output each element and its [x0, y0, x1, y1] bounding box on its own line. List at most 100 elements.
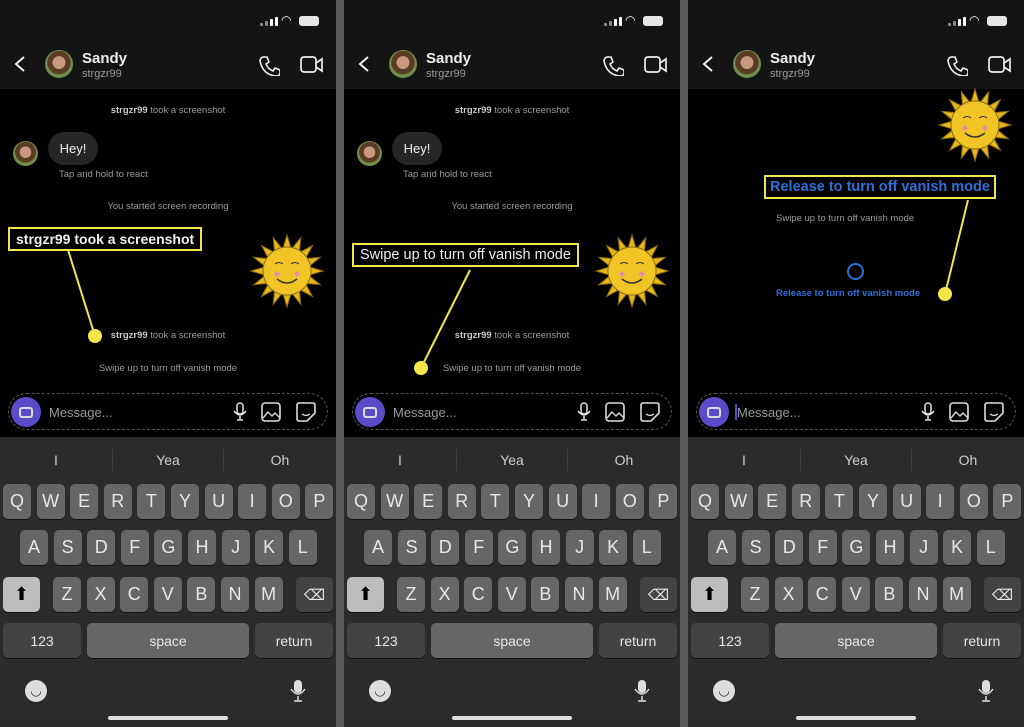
key[interactable]: Q	[347, 484, 375, 519]
return-key[interactable]: return	[599, 623, 677, 658]
key[interactable]: B	[531, 577, 560, 612]
key[interactable]: R	[447, 484, 476, 519]
key[interactable]: Q	[3, 484, 31, 519]
key[interactable]: C	[464, 577, 493, 612]
return-key[interactable]: return	[943, 623, 1021, 658]
key[interactable]: U	[548, 484, 577, 519]
camera-button[interactable]	[699, 397, 729, 427]
dictation-microphone-icon[interactable]	[634, 679, 650, 703]
key[interactable]: V	[153, 577, 182, 612]
key[interactable]: Z	[397, 577, 425, 612]
key[interactable]: Q	[691, 484, 719, 519]
key[interactable]: Y	[171, 484, 199, 519]
key[interactable]: L	[288, 530, 317, 565]
key[interactable]: W	[380, 484, 409, 519]
key[interactable]: P	[305, 484, 334, 519]
key[interactable]: G	[154, 530, 183, 565]
key[interactable]: K	[943, 530, 972, 565]
key[interactable]: R	[791, 484, 820, 519]
dictation-microphone-icon[interactable]	[290, 679, 306, 703]
key[interactable]: E	[414, 484, 443, 519]
space-key[interactable]: space	[87, 623, 249, 658]
key[interactable]: I	[238, 484, 267, 519]
key[interactable]: A	[20, 530, 48, 565]
sticker-icon[interactable]	[984, 402, 1004, 422]
key[interactable]: P	[649, 484, 678, 519]
key[interactable]: H	[188, 530, 216, 565]
key[interactable]: J	[565, 530, 594, 565]
suggestion-1[interactable]: Yea	[800, 452, 912, 468]
key[interactable]: B	[187, 577, 216, 612]
key[interactable]: E	[70, 484, 99, 519]
suggestion-1[interactable]: Yea	[112, 452, 224, 468]
return-key[interactable]: return	[255, 623, 333, 658]
gallery-icon[interactable]	[261, 402, 281, 422]
sticker-icon[interactable]	[640, 402, 660, 422]
space-key[interactable]: space	[431, 623, 593, 658]
sticker-icon[interactable]	[296, 402, 316, 422]
key[interactable]: Z	[741, 577, 769, 612]
key[interactable]: A	[364, 530, 392, 565]
key[interactable]: S	[53, 530, 82, 565]
key[interactable]: U	[204, 484, 233, 519]
key[interactable]: X	[430, 577, 459, 612]
key[interactable]: P	[993, 484, 1022, 519]
emoji-icon[interactable]: ◡	[25, 680, 47, 702]
message-composer[interactable]: Message...	[696, 393, 1016, 430]
key[interactable]: J	[909, 530, 938, 565]
camera-button[interactable]	[11, 397, 41, 427]
delete-key[interactable]: ⌫	[640, 577, 677, 612]
key[interactable]: B	[875, 577, 904, 612]
key[interactable]: O	[271, 484, 300, 519]
key[interactable]: D	[431, 530, 460, 565]
emoji-icon[interactable]: ◡	[713, 680, 735, 702]
suggestion-2[interactable]: Oh	[568, 452, 680, 468]
delete-key[interactable]: ⌫	[296, 577, 333, 612]
home-indicator[interactable]	[452, 716, 572, 720]
suggestion-1[interactable]: Yea	[456, 452, 568, 468]
shift-key[interactable]: ⬆	[691, 577, 728, 612]
key[interactable]: X	[774, 577, 803, 612]
shift-key[interactable]: ⬆	[3, 577, 40, 612]
suggestion-0[interactable]: I	[344, 452, 456, 468]
key[interactable]: I	[926, 484, 955, 519]
key[interactable]: N	[565, 577, 593, 612]
key[interactable]: X	[86, 577, 115, 612]
key[interactable]: N	[221, 577, 249, 612]
key[interactable]: W	[724, 484, 753, 519]
key[interactable]: D	[87, 530, 116, 565]
key[interactable]: V	[497, 577, 526, 612]
key[interactable]: H	[876, 530, 904, 565]
suggestion-2[interactable]: Oh	[224, 452, 336, 468]
key[interactable]: D	[775, 530, 804, 565]
shift-key[interactable]: ⬆	[347, 577, 384, 612]
numbers-key[interactable]: 123	[3, 623, 81, 658]
key[interactable]: I	[582, 484, 611, 519]
home-indicator[interactable]	[108, 716, 228, 720]
message-composer[interactable]: Message...	[8, 393, 328, 430]
dictation-microphone-icon[interactable]	[978, 679, 994, 703]
key[interactable]: Z	[53, 577, 81, 612]
key[interactable]: F	[464, 530, 493, 565]
numbers-key[interactable]: 123	[691, 623, 769, 658]
suggestion-2[interactable]: Oh	[912, 452, 1024, 468]
key[interactable]: Y	[515, 484, 543, 519]
key[interactable]: O	[959, 484, 988, 519]
key[interactable]: S	[741, 530, 770, 565]
message-input[interactable]: Message...	[393, 405, 457, 420]
emoji-icon[interactable]: ◡	[369, 680, 391, 702]
key[interactable]: V	[841, 577, 870, 612]
camera-button[interactable]	[355, 397, 385, 427]
space-key[interactable]: space	[775, 623, 937, 658]
key[interactable]: T	[481, 484, 510, 519]
suggestion-0[interactable]: I	[0, 452, 112, 468]
key[interactable]: T	[825, 484, 854, 519]
message-input[interactable]: Message...	[737, 405, 801, 420]
suggestion-0[interactable]: I	[688, 452, 800, 468]
key[interactable]: C	[808, 577, 837, 612]
key[interactable]: F	[120, 530, 149, 565]
key[interactable]: H	[532, 530, 560, 565]
key[interactable]: Y	[859, 484, 887, 519]
key[interactable]: N	[909, 577, 937, 612]
key[interactable]: G	[498, 530, 527, 565]
